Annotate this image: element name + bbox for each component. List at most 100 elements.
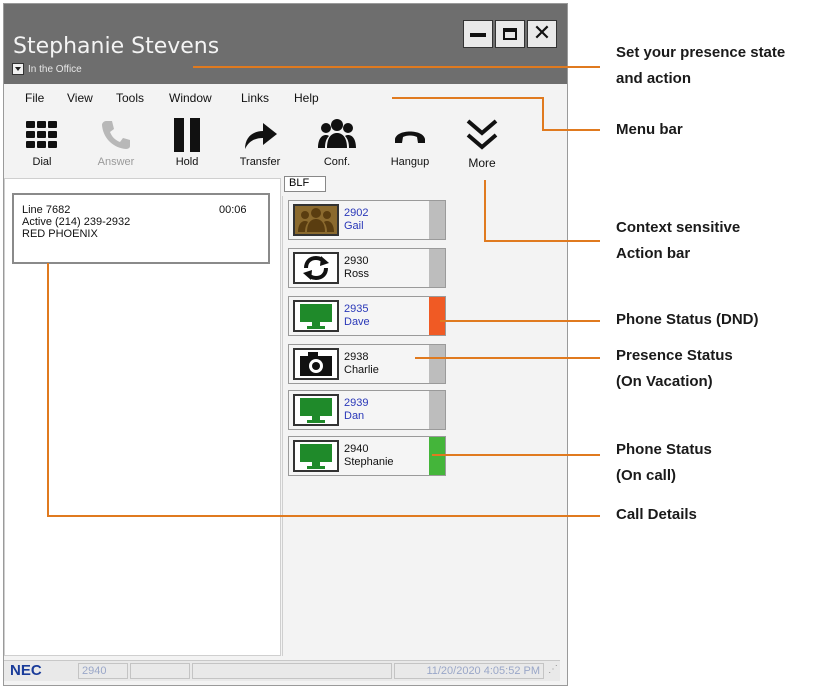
annotation-line: Set your presence state [616, 44, 786, 61]
transfer-button[interactable]: Transfer [232, 116, 288, 168]
callout-line [484, 240, 600, 242]
status-cell [130, 663, 190, 679]
annotation-line: Context sensitive [616, 219, 741, 236]
blf-button[interactable]: 2930 Ross [288, 248, 446, 288]
more-label: More [468, 156, 496, 170]
pause-icon [159, 116, 215, 154]
transfer-arrow-icon [232, 116, 288, 154]
annotation-line: Phone Status [616, 441, 712, 458]
call-line: Line 7682 [22, 204, 71, 216]
dial-label: Dial [32, 156, 52, 168]
status-cell [192, 663, 392, 679]
transfer-label: Transfer [239, 156, 281, 168]
annotation-dnd: Phone Status (DND) [616, 311, 759, 328]
callout-line [484, 180, 486, 241]
status-indicator [429, 437, 445, 475]
minimize-button[interactable] [463, 20, 493, 48]
blf-extension: 2930 [344, 255, 369, 267]
status-indicator [429, 345, 445, 383]
blf-button[interactable]: 2939 Dan [288, 390, 446, 430]
status-indicator [429, 297, 445, 335]
menu-tools[interactable]: Tools [116, 91, 144, 105]
annotation-line: Action bar [616, 245, 691, 262]
blf-extension: 2938 [344, 351, 369, 363]
more-button[interactable]: More [454, 116, 510, 170]
camera-icon [293, 348, 339, 380]
hangup-button[interactable]: Hangup [382, 116, 438, 168]
maximize-icon [503, 28, 517, 40]
monitor-icon [293, 440, 339, 472]
blf-button[interactable]: 2902 Gail [288, 200, 446, 240]
presence-selector[interactable]: In the Office [12, 62, 82, 76]
action-bar: Dial Answer Hold Transfer Conf. Hangup M… [4, 110, 567, 180]
hangup-label: Hangup [390, 156, 430, 168]
annotation-action-bar: Context sensitive Action bar [616, 215, 740, 267]
monitor-icon [293, 300, 339, 332]
hold-label: Hold [175, 156, 199, 168]
tab-blf[interactable]: BLF [284, 176, 326, 192]
keypad-icon [14, 116, 70, 154]
group-icon [309, 116, 365, 154]
chevron-down-icon[interactable] [12, 63, 24, 75]
call-details[interactable]: Line 7682 00:06 Active (214) 239-2932 RE… [12, 193, 270, 264]
annotation-oncall: Phone Status (On call) [616, 437, 712, 489]
annotation-line: (On Vacation) [616, 373, 713, 390]
menu-bar: File View Tools Window Links Help [4, 88, 567, 110]
menu-help[interactable]: Help [294, 91, 319, 105]
title-bar: Stephanie Stevens In the Office ✕ [4, 4, 567, 84]
blf-name: Charlie [344, 364, 379, 376]
callout-line [542, 97, 544, 130]
window-title: Stephanie Stevens [13, 34, 220, 59]
callout-line [392, 97, 542, 99]
status-indicator [429, 201, 445, 239]
status-indicator [429, 391, 445, 429]
status-bar: NEC 2940 11/20/2020 4:05:52 PM ⋰ [4, 660, 560, 681]
callout-line [440, 320, 600, 322]
callout-line [193, 66, 600, 68]
blf-name: Stephanie [344, 456, 394, 468]
phone-icon [88, 116, 144, 154]
brand-logo: NEC [10, 662, 42, 679]
blf-button[interactable]: 2940 Stephanie [288, 436, 446, 476]
blf-button[interactable]: 2935 Dave [288, 296, 446, 336]
hangup-icon [382, 116, 438, 154]
answer-button[interactable]: Answer [88, 116, 144, 168]
conference-button[interactable]: Conf. [309, 116, 365, 168]
annotation-menu: Menu bar [616, 121, 683, 138]
call-status: Active (214) 239-2932 [22, 216, 131, 228]
dial-button[interactable]: Dial [14, 116, 70, 168]
answer-label: Answer [97, 156, 135, 168]
callout-line [415, 357, 600, 359]
menu-file[interactable]: File [25, 91, 44, 105]
annotation-line: Presence Status [616, 347, 733, 364]
resize-grip-icon[interactable]: ⋰ [548, 664, 558, 675]
callout-line [47, 263, 49, 516]
blf-name: Dave [344, 316, 370, 328]
menu-view[interactable]: View [67, 91, 93, 105]
annotation-presence: Set your presence state and action [616, 40, 785, 92]
close-button[interactable]: ✕ [527, 20, 557, 48]
blf-name: Dan [344, 410, 365, 422]
maximize-button[interactable] [495, 20, 525, 48]
call-timer: 00:06 [219, 204, 247, 216]
monitor-icon [293, 394, 339, 426]
blf-extension: 2902 [344, 207, 369, 219]
blf-extension: 2939 [344, 397, 369, 409]
callout-line [432, 454, 600, 456]
hold-button[interactable]: Hold [159, 116, 215, 168]
double-chevron-down-icon [454, 116, 510, 154]
blf-extension: 2935 [344, 303, 369, 315]
blf-name: Ross [344, 268, 370, 280]
annotation-call-details: Call Details [616, 506, 697, 523]
annotation-line: and action [616, 70, 692, 87]
blf-name: Gail [344, 220, 364, 232]
menu-links[interactable]: Links [241, 91, 269, 105]
blf-extension: 2940 [344, 443, 369, 455]
menu-window[interactable]: Window [169, 91, 212, 105]
annotation-line: (On call) [616, 467, 677, 484]
group-icon [293, 204, 339, 236]
blf-button[interactable]: 2938 Charlie [288, 344, 446, 384]
status-extension: 2940 [78, 663, 128, 679]
annotation-vacation: Presence Status (On Vacation) [616, 343, 733, 395]
close-icon: ✕ [532, 21, 552, 46]
